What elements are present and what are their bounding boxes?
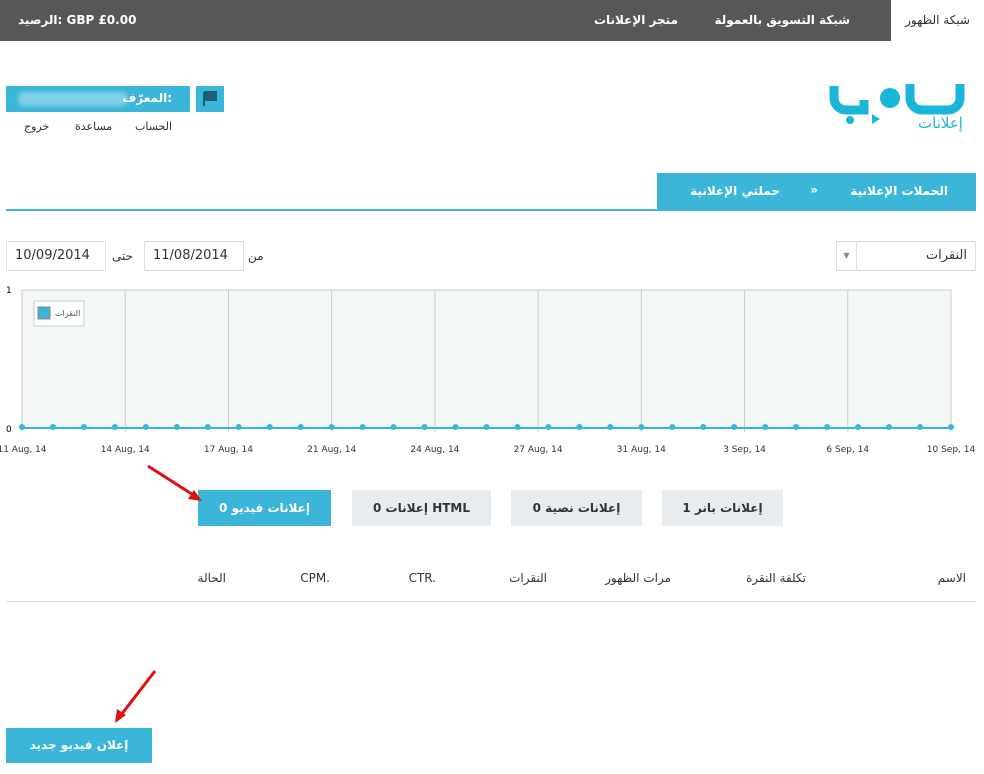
data-point <box>204 424 211 430</box>
data-point <box>80 424 87 430</box>
to-date-input[interactable]: 10/09/2014 <box>6 241 106 271</box>
col-cpm[interactable]: CPM. <box>300 571 330 585</box>
data-point <box>111 424 118 430</box>
tab-display-network[interactable]: شبكة الظهور <box>891 0 984 41</box>
x-tick-label: 3 Sep, 14 <box>723 445 766 455</box>
logo[interactable]: إعلانات <box>828 78 978 133</box>
flag-button[interactable] <box>196 86 224 112</box>
col-cpc[interactable]: تكلفة النقرة <box>746 571 806 585</box>
col-impressions[interactable]: مرات الظهور <box>605 571 671 585</box>
data-point <box>483 424 490 430</box>
from-date-input[interactable]: 11/08/2014 <box>144 241 244 271</box>
data-point <box>607 424 614 430</box>
data-point <box>762 424 769 430</box>
tab-text-ads[interactable]: 0 إعلانات نصية <box>511 490 642 526</box>
data-point <box>917 424 924 430</box>
data-point <box>514 424 521 430</box>
x-tick-label: 10 Sep, 14 <box>927 445 976 455</box>
tab-ad-store[interactable]: متجر الإعلانات <box>594 0 678 41</box>
from-label: من <box>248 249 264 263</box>
data-point <box>390 424 397 430</box>
tab-banner-ads[interactable]: 1 إعلانات بانر <box>662 490 783 526</box>
data-point <box>452 424 459 430</box>
breadcrumb-campaigns[interactable]: الحملات الإعلانية <box>850 184 948 198</box>
data-point <box>576 424 583 430</box>
y-tick-1: 1 <box>6 286 12 296</box>
new-video-ad-button[interactable]: إعلان فيديو جديد <box>6 728 152 763</box>
data-point <box>669 424 676 430</box>
x-tick-label: 24 Aug, 14 <box>410 445 459 455</box>
legend-swatch <box>37 306 51 320</box>
data-point <box>545 424 552 430</box>
x-tick-label: 11 Aug, 14 <box>0 445 47 455</box>
data-point <box>173 424 180 430</box>
data-point <box>824 424 831 430</box>
data-point <box>297 424 304 430</box>
col-clicks[interactable]: النقرات <box>509 571 547 585</box>
breadcrumb-my-campaign[interactable]: حملتي الإعلانية <box>690 184 780 198</box>
arrow-annotation-icon <box>147 464 202 501</box>
breadcrumb: الحملات الإعلانية » حملتي الإعلانية <box>657 173 976 210</box>
plot-area <box>21 289 952 429</box>
x-tick-label: 6 Sep, 14 <box>826 445 869 455</box>
data-point <box>793 424 800 430</box>
tab-affiliate-network[interactable]: شبكة التسويق بالعمولة <box>714 0 850 41</box>
data-point <box>638 424 645 430</box>
x-tick-label: 21 Aug, 14 <box>307 445 356 455</box>
data-point <box>328 424 335 430</box>
data-point <box>235 424 242 430</box>
data-point <box>731 424 738 430</box>
x-tick-label: 14 Aug, 14 <box>101 445 150 455</box>
divider <box>6 209 976 211</box>
help-link[interactable]: مساعدة <box>75 120 112 133</box>
user-id-value <box>18 92 128 106</box>
data-point <box>886 424 893 430</box>
tab-video-ads[interactable]: 0 إعلانات فيديو <box>198 490 331 526</box>
data-point <box>700 424 707 430</box>
flag-icon <box>203 91 217 106</box>
logout-link[interactable]: خروج <box>24 120 49 133</box>
data-point <box>49 424 56 430</box>
x-tick-label: 27 Aug, 14 <box>514 445 563 455</box>
data-point <box>19 424 25 430</box>
legend-label: النقرات <box>55 309 80 318</box>
breadcrumb-separator: » <box>810 183 818 197</box>
metric-select-value: النقرات <box>925 248 967 263</box>
data-point <box>142 424 149 430</box>
user-id-box: المعرّف: <box>6 86 190 112</box>
metric-select[interactable]: النقرات ▼ <box>836 241 976 271</box>
data-point <box>421 424 428 430</box>
top-nav: شبكة الظهور شبكة التسويق بالعمولة متجر ا… <box>0 0 984 41</box>
tab-html-ads[interactable]: 0 إعلانات HTML <box>352 490 491 526</box>
y-tick-0: 0 <box>6 425 12 435</box>
col-ctr[interactable]: CTR. <box>409 571 436 585</box>
to-label: حتى <box>112 249 134 263</box>
col-status[interactable]: الحالة <box>198 571 226 585</box>
data-point <box>359 424 366 430</box>
data-point <box>948 424 954 430</box>
legend: النقرات <box>33 300 85 327</box>
x-tick-label: 31 Aug, 14 <box>617 445 666 455</box>
data-point <box>266 424 273 430</box>
data-point <box>855 424 862 430</box>
arrow-annotation-icon <box>115 670 157 723</box>
balance: الرصيد: GBP £0.00 <box>18 13 137 27</box>
clicks-chart: 11 Aug, 14 14 Aug, 14 17 Aug, 14 21 Aug, 14… <box>0 286 976 455</box>
account-link[interactable]: الحساب <box>135 120 172 133</box>
x-tick-label: 17 Aug, 14 <box>204 445 253 455</box>
table-divider <box>6 601 976 602</box>
chevron-down-icon: ▼ <box>837 242 857 270</box>
user-id-label: المعرّف: <box>122 91 172 105</box>
logo-icon: إعلانات <box>829 84 965 132</box>
logo-subtitle: إعلانات <box>918 114 963 132</box>
col-name[interactable]: الاسم <box>938 571 966 585</box>
